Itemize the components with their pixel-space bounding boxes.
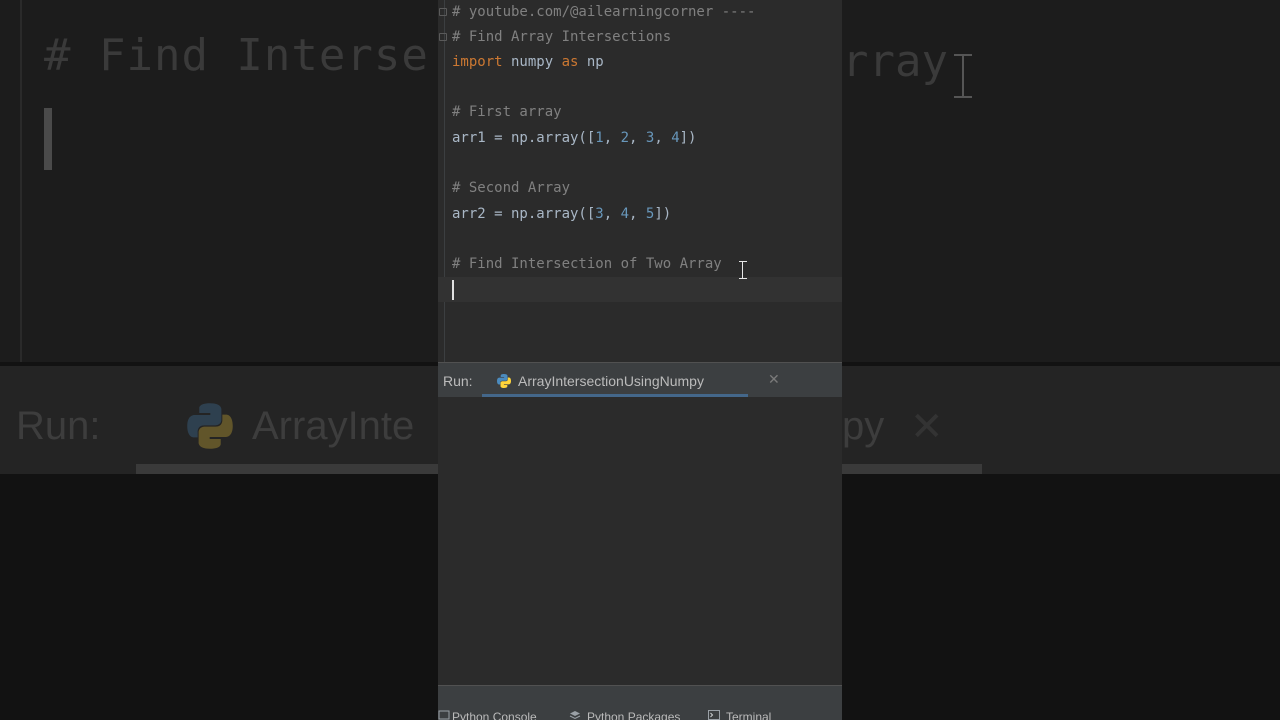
- code-line: # youtube.com/@ailearningcorner ----: [452, 0, 842, 25]
- code-keyword: as: [561, 54, 579, 70]
- code-comment: # First array: [452, 104, 562, 120]
- code-line: # First array: [452, 100, 842, 125]
- code-line: # Find Array Intersections: [452, 25, 842, 50]
- background-ibeam-cursor-icon: [952, 54, 974, 98]
- code-text: ]): [654, 206, 672, 222]
- terminal-button[interactable]: Terminal: [726, 710, 771, 720]
- code-comment: # Find Array Intersections: [452, 29, 672, 45]
- python-packages-icon: [569, 711, 581, 720]
- background-run-tab-left: ArrayInte: [252, 404, 415, 448]
- background-code-left: # Find Interse: [44, 30, 429, 81]
- code-alias: np: [578, 54, 604, 70]
- background-caret: [44, 108, 52, 170]
- code-text: ,: [603, 130, 621, 146]
- python-console-icon: [438, 710, 450, 720]
- run-output-area[interactable]: [438, 397, 842, 685]
- code-text: arr1 = np.array([: [452, 130, 596, 146]
- background-close-icon: ✕: [910, 405, 944, 449]
- code-text: ]): [679, 130, 697, 146]
- run-label: Run:: [443, 373, 473, 389]
- background-run-tab-right: py: [842, 404, 885, 448]
- code-number: 2: [620, 130, 630, 146]
- python-console-button[interactable]: Python Console: [452, 710, 537, 720]
- background-python-icon: [187, 403, 233, 449]
- python-icon: [497, 374, 511, 388]
- code-line: arr1 = np.array([1, 2, 3, 4]): [452, 126, 842, 151]
- code-line: import numpy as np: [452, 50, 842, 75]
- code-text: ,: [603, 206, 621, 222]
- code-line: arr2 = np.array([3, 4, 5]): [452, 202, 842, 227]
- text-caret: [452, 280, 454, 300]
- code-comment: # youtube.com/@ailearningcorner ----: [452, 4, 756, 20]
- code-line: # Second Array: [452, 176, 842, 201]
- close-icon[interactable]: ✕: [768, 372, 780, 386]
- fold-marker-icon[interactable]: [439, 8, 447, 16]
- python-packages-button[interactable]: Python Packages: [587, 710, 680, 720]
- code-number: 3: [595, 206, 604, 222]
- code-editor[interactable]: # youtube.com/@ailearningcorner ---- # F…: [438, 0, 842, 362]
- code-module: numpy: [502, 54, 562, 70]
- code-text: ,: [629, 130, 646, 146]
- terminal-icon: [708, 710, 720, 720]
- background-gutter-line: [20, 0, 22, 362]
- code-text: ,: [629, 206, 646, 222]
- code-number: 4: [620, 206, 630, 222]
- code-number: 1: [595, 130, 604, 146]
- run-tab[interactable]: ArrayIntersectionUsingNumpy ✕: [482, 363, 780, 397]
- ibeam-cursor-icon: [739, 261, 747, 279]
- bottom-tool-bar: Python Console Python Packages Terminal: [438, 685, 842, 720]
- run-tool-window-header: Run: ArrayIntersectionUsingNumpy ✕: [438, 362, 842, 397]
- current-line-highlight: [438, 277, 842, 302]
- background-code-right: rray: [842, 36, 948, 87]
- code-keyword: import: [452, 54, 503, 70]
- background-run-label: Run:: [16, 404, 101, 448]
- fold-marker-icon[interactable]: [439, 33, 447, 41]
- code-number: 4: [671, 130, 680, 146]
- run-tab-title: ArrayIntersectionUsingNumpy: [518, 373, 704, 389]
- code-comment: # Find Intersection of Two Array: [452, 256, 722, 272]
- code-comment: # Second Array: [452, 180, 571, 196]
- code-text: arr2 = np.array([: [452, 206, 596, 222]
- code-text: ,: [654, 130, 672, 146]
- ide-window: # youtube.com/@ailearningcorner ---- # F…: [438, 0, 842, 720]
- code-line: # Find Intersection of Two Array: [452, 252, 842, 277]
- editor-gutter: [438, 0, 445, 362]
